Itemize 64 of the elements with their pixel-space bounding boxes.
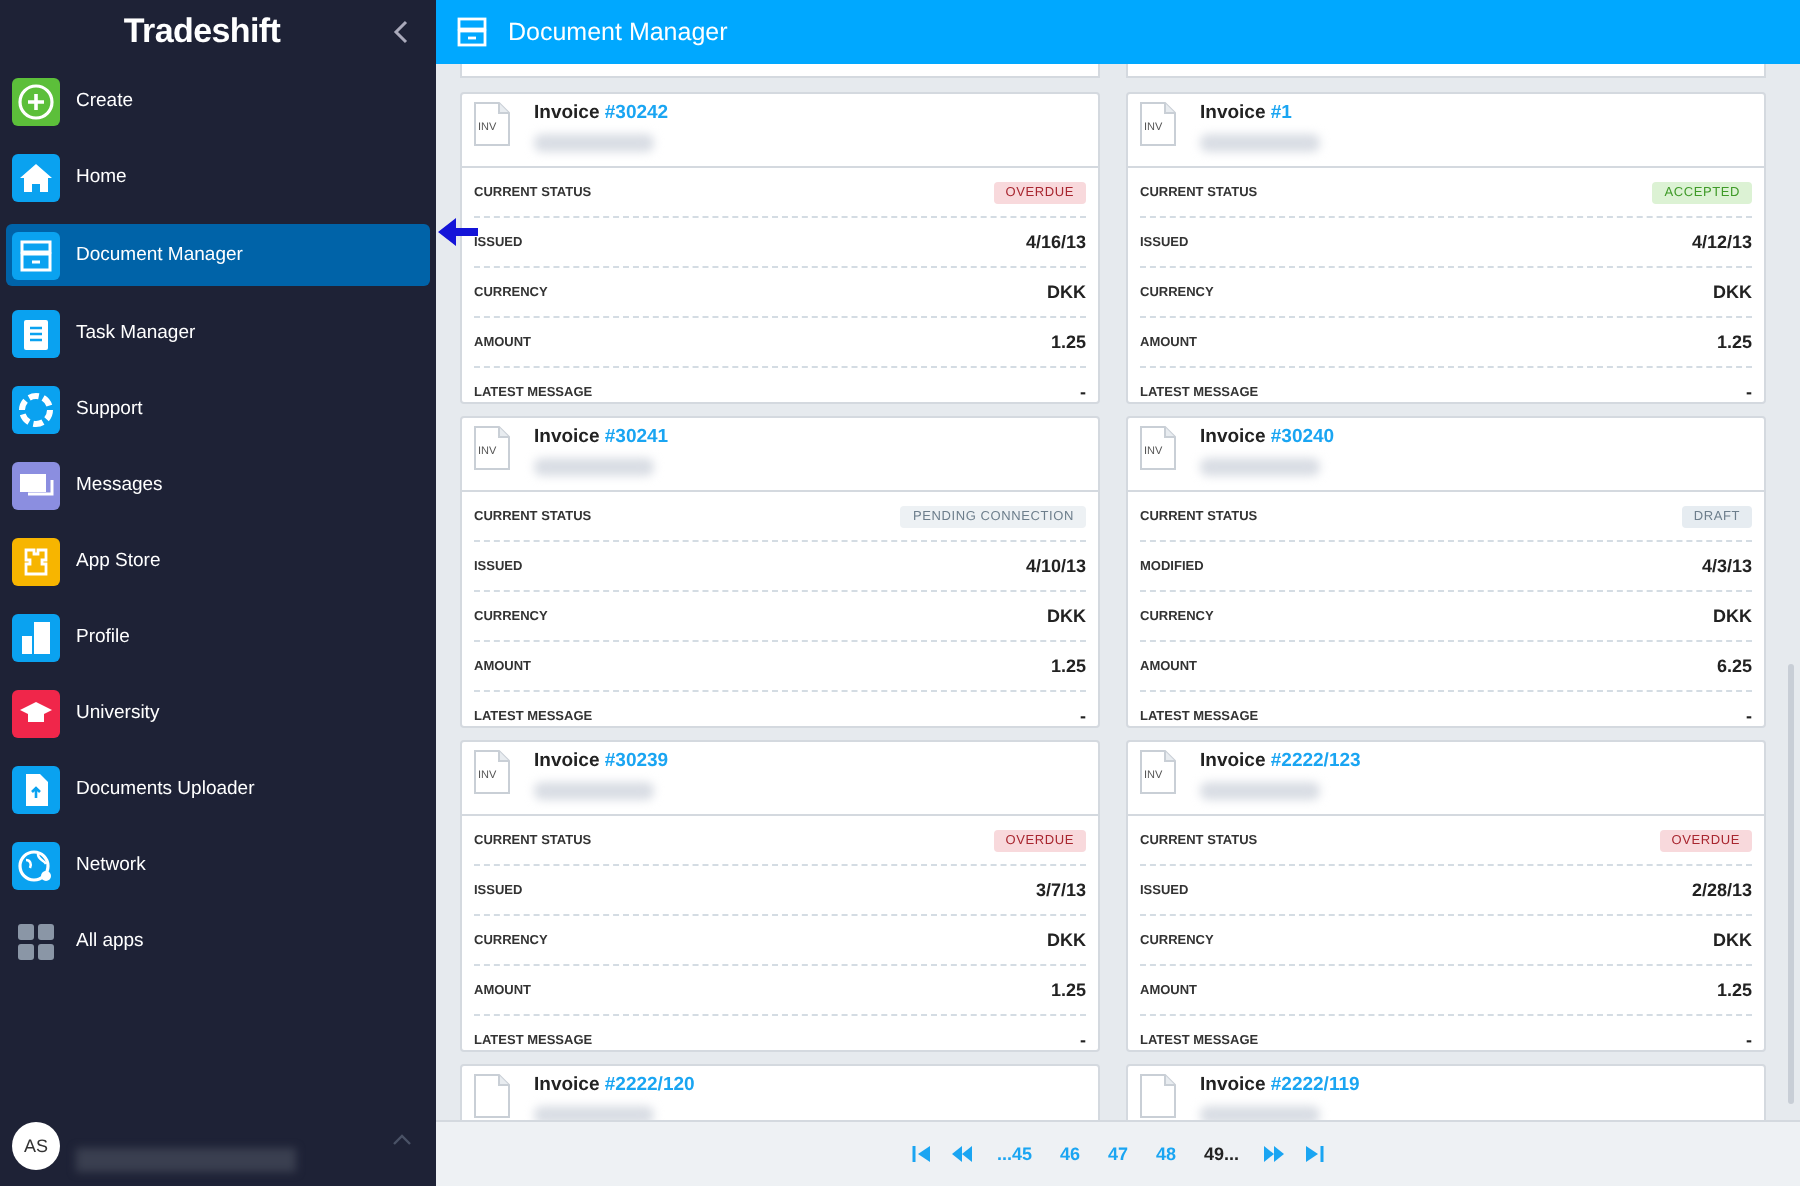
sidebar-item[interactable]: University xyxy=(6,684,430,742)
sidebar-item[interactable]: Profile xyxy=(6,608,430,666)
field-value: 3/7/13 xyxy=(1035,880,1086,900)
page-link[interactable]: 49... xyxy=(1200,1144,1244,1164)
field-value: - xyxy=(1080,706,1086,726)
field-value: 1.25 xyxy=(1716,980,1752,1000)
field-value: DKK xyxy=(1047,282,1086,302)
invoice-title: Invoice #2222/120 xyxy=(534,1074,695,1096)
redacted-text xyxy=(534,458,654,476)
user-avatar[interactable]: AS xyxy=(12,1122,60,1170)
sidebar-item[interactable]: Task Manager xyxy=(6,304,430,362)
invoice-card[interactable]: Invoice #2222/120 xyxy=(460,1064,1100,1120)
field-value: DKK xyxy=(1047,930,1086,950)
rewind-icon[interactable] xyxy=(952,1146,973,1162)
arrow-annotation xyxy=(438,218,478,246)
invoice-card[interactable]: Invoice #2222/119 xyxy=(1126,1064,1766,1120)
invoice-title: Invoice #1 xyxy=(1200,102,1294,124)
invoice-title: Invoice #2222/123 xyxy=(1200,750,1361,772)
sidebar-item[interactable]: All apps xyxy=(6,912,430,970)
sidebar-item[interactable]: Create xyxy=(6,72,430,130)
cabinet-icon xyxy=(456,16,488,48)
field-value: 1.25 xyxy=(1716,332,1752,352)
sidebar-item[interactable]: Documents Uploader xyxy=(6,760,430,818)
field-value: - xyxy=(1746,382,1752,402)
field-value: 2/28/13 xyxy=(1691,880,1752,900)
field-value: DKK xyxy=(1713,930,1752,950)
sidebar-item[interactable]: App Store xyxy=(6,532,430,590)
redacted-text xyxy=(534,134,654,152)
fast-forward-icon[interactable] xyxy=(1263,1146,1284,1162)
collapse-icon[interactable] xyxy=(392,18,412,46)
logo: Tradeshift xyxy=(123,12,281,52)
sidebar-item[interactable]: Messages xyxy=(6,456,430,514)
chevron-up-icon[interactable] xyxy=(392,1134,412,1146)
field-value: DKK xyxy=(1713,606,1752,626)
first-page-icon[interactable] xyxy=(912,1146,933,1162)
field-value: - xyxy=(1746,1030,1752,1050)
invoice-title: Invoice #30239 xyxy=(534,750,669,772)
field-value: 4/12/13 xyxy=(1691,232,1752,252)
last-page-icon[interactable] xyxy=(1303,1146,1324,1162)
field-value: 1.25 xyxy=(1050,980,1086,1000)
sidebar-item[interactable]: Home xyxy=(6,148,430,206)
field-value: 6.25 xyxy=(1716,656,1752,676)
field-value: DKK xyxy=(1713,282,1752,302)
sidebar-item[interactable]: Network xyxy=(6,836,430,894)
field-value: 4/3/13 xyxy=(1701,556,1752,576)
field-value: 1.25 xyxy=(1050,656,1086,676)
field-value: - xyxy=(1080,1030,1086,1050)
redacted-text xyxy=(1200,458,1320,476)
field-value: DKK xyxy=(1047,606,1086,626)
invoice-title: Invoice #2222/119 xyxy=(1200,1074,1360,1096)
invoice-title: Invoice #30241 xyxy=(534,426,669,448)
field-value: 4/16/13 xyxy=(1025,232,1086,252)
field-value: - xyxy=(1080,382,1086,402)
field-value: - xyxy=(1746,706,1752,726)
redacted-text xyxy=(1200,134,1320,152)
field-value: 4/10/13 xyxy=(1025,556,1086,576)
invoice-title: Invoice #30242 xyxy=(534,102,669,124)
sidebar-item[interactable]: Support xyxy=(6,380,430,438)
invoice-title: Invoice #30240 xyxy=(1200,426,1335,448)
field-value: 1.25 xyxy=(1050,332,1086,352)
redacted-text xyxy=(1200,782,1320,800)
redacted-text xyxy=(534,782,654,800)
sidebar-item[interactable]: Document Manager xyxy=(6,224,430,286)
page-title: Document Manager xyxy=(508,18,728,46)
